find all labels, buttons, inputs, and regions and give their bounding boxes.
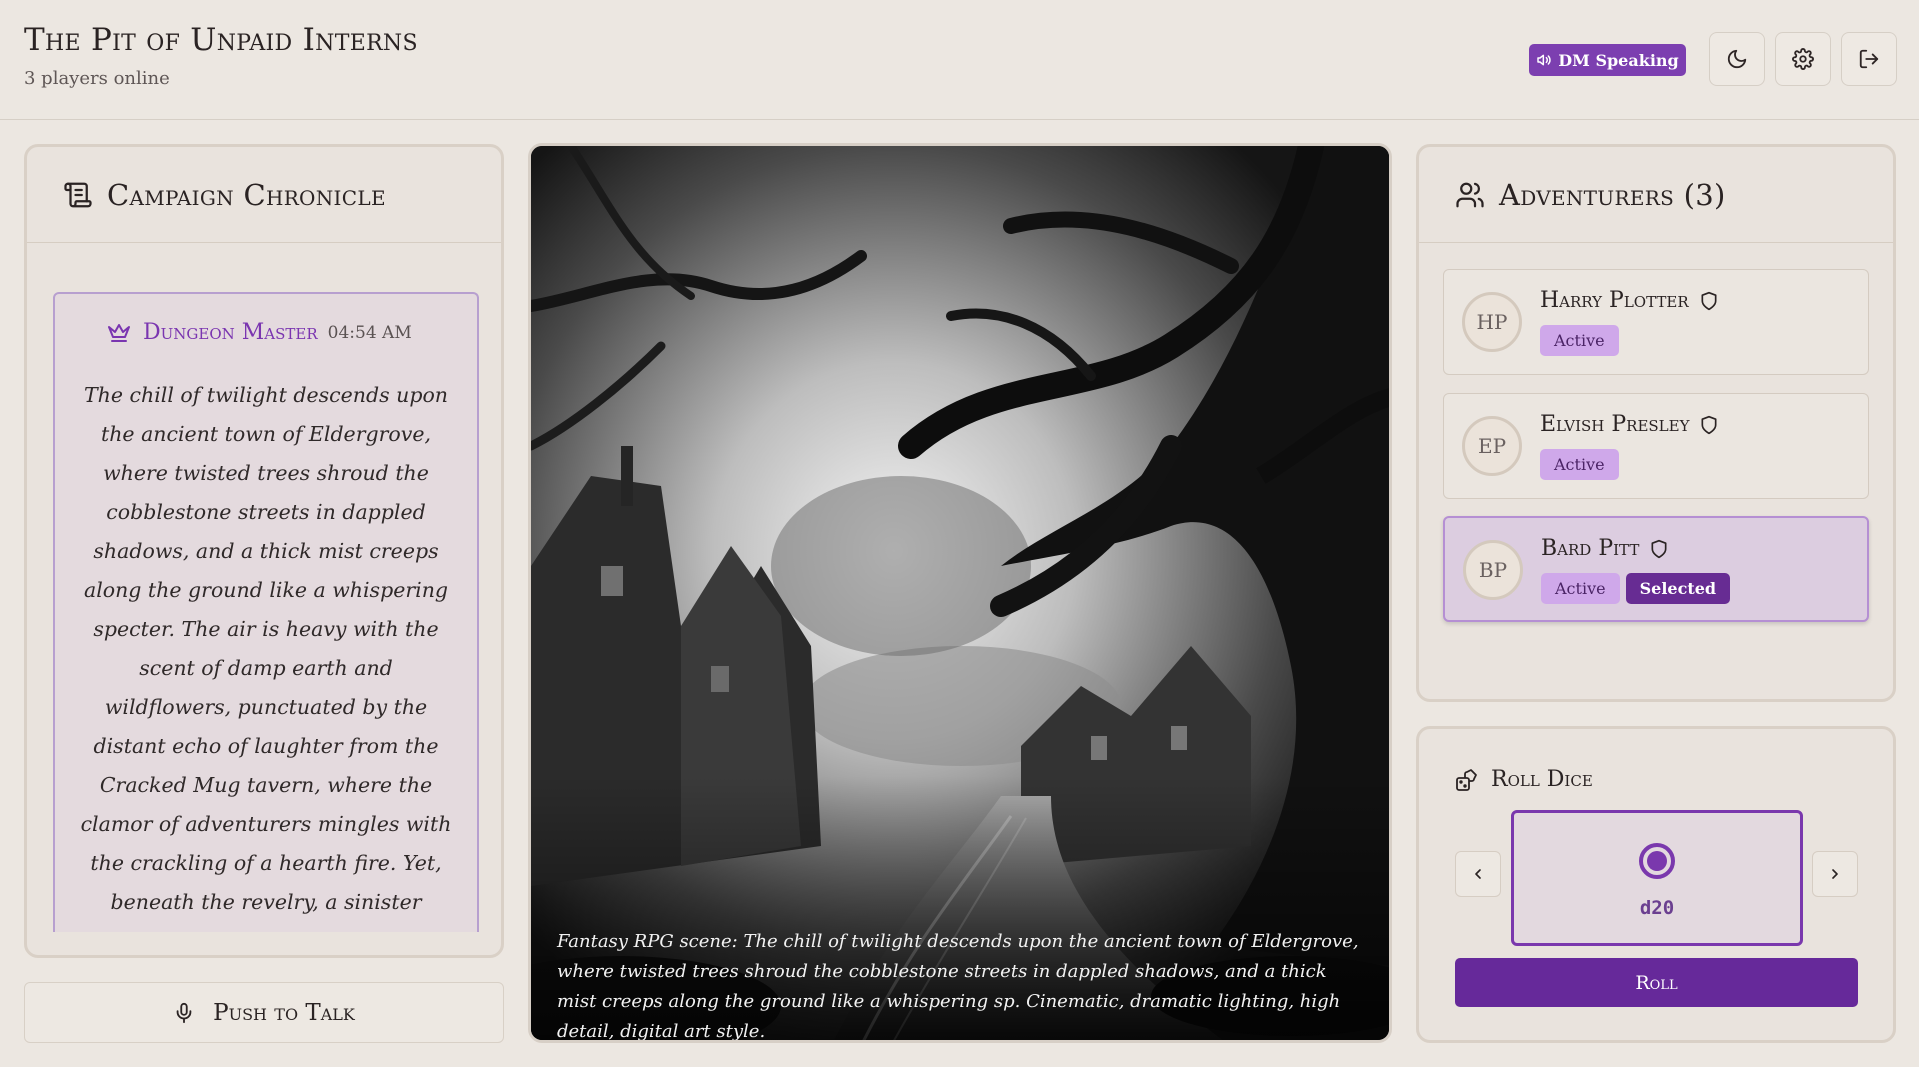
scroll-icon bbox=[64, 182, 92, 207]
scene-caption: Fantasy RPG scene: The chill of twilight… bbox=[557, 931, 1359, 1042]
dice-type-label: d20 bbox=[1639, 897, 1675, 919]
player-name-label: Bard Pitt bbox=[1541, 536, 1640, 561]
player-tags: Active bbox=[1540, 449, 1619, 480]
shield-icon bbox=[1701, 415, 1717, 434]
push-to-talk-label: Push to Talk bbox=[213, 999, 355, 1026]
shield-icon bbox=[1651, 539, 1667, 558]
player-card-elvish-presley[interactable]: EP Elvish Presley Active bbox=[1443, 393, 1869, 499]
app-header: The Pit of Unpaid Interns 3 players onli… bbox=[0, 0, 1919, 120]
message-text: The chill of twilight descends upon the … bbox=[80, 383, 452, 932]
player-tags: Active Selected bbox=[1541, 573, 1731, 604]
adventurers-title: Adventurers (3) bbox=[1499, 177, 1726, 212]
adventurers-panel: Adventurers (3) HP Harry Plotter Active … bbox=[1416, 144, 1896, 702]
player-name: Harry Plotter bbox=[1540, 288, 1719, 313]
avatar: BP bbox=[1463, 540, 1523, 600]
avatar: HP bbox=[1462, 292, 1522, 352]
chronicle-title: Campaign Chronicle bbox=[107, 177, 386, 212]
page-title: The Pit of Unpaid Interns bbox=[24, 22, 418, 58]
chronicle-header: Campaign Chronicle bbox=[27, 147, 501, 243]
campaign-chronicle-panel: Campaign Chronicle Dungeon Master 04:54 … bbox=[24, 144, 504, 958]
players-online-count: 3 players online bbox=[24, 68, 170, 89]
dice-icon bbox=[1456, 768, 1477, 791]
roll-button[interactable]: Roll bbox=[1455, 958, 1858, 1007]
player-card-harry-plotter[interactable]: HP Harry Plotter Active bbox=[1443, 269, 1869, 375]
scene-image: Fantasy RPG scene: The chill of twilight… bbox=[528, 143, 1392, 1043]
player-card-bard-pitt[interactable]: BP Bard Pitt Active Selected bbox=[1443, 516, 1869, 622]
player-name-label: Harry Plotter bbox=[1540, 288, 1689, 313]
player-name: Elvish Presley bbox=[1540, 412, 1719, 437]
crown-icon bbox=[108, 323, 130, 342]
moon-icon bbox=[1727, 49, 1747, 69]
logout-button[interactable] bbox=[1841, 32, 1897, 86]
chronicle-message: Dungeon Master 04:54 AM The chill of twi… bbox=[53, 292, 479, 932]
users-icon bbox=[1456, 182, 1484, 207]
d20-die-icon bbox=[1639, 843, 1675, 879]
adventurers-header: Adventurers (3) bbox=[1419, 147, 1893, 243]
message-header: Dungeon Master 04:54 AM bbox=[105, 320, 412, 345]
dm-speaking-label: DM Speaking bbox=[1558, 50, 1679, 70]
shield-icon bbox=[1701, 291, 1717, 310]
scene-illustration bbox=[531, 146, 1389, 1040]
chevron-left-icon bbox=[1475, 869, 1481, 879]
message-author: Dungeon Master bbox=[143, 320, 318, 345]
microphone-icon bbox=[176, 1002, 192, 1023]
gear-icon bbox=[1792, 48, 1814, 70]
push-to-talk-button[interactable]: Push to Talk bbox=[24, 982, 504, 1043]
status-badge: Active bbox=[1540, 325, 1619, 356]
dice-title: Roll Dice bbox=[1491, 767, 1593, 792]
avatar: EP bbox=[1462, 416, 1522, 476]
player-name: Bard Pitt bbox=[1541, 536, 1669, 561]
speaker-icon bbox=[1537, 54, 1551, 66]
message-time: 04:54 AM bbox=[327, 322, 412, 343]
status-badge: Active bbox=[1540, 449, 1619, 480]
theme-toggle-button[interactable] bbox=[1709, 32, 1765, 86]
chevron-right-icon bbox=[1832, 869, 1838, 879]
dice-prev-button[interactable] bbox=[1455, 851, 1501, 897]
dice-selector[interactable]: d20 bbox=[1511, 810, 1803, 946]
player-name-label: Elvish Presley bbox=[1540, 412, 1690, 437]
roll-dice-panel: Roll Dice d20 Roll bbox=[1416, 726, 1896, 1043]
dice-next-button[interactable] bbox=[1812, 851, 1858, 897]
dm-speaking-badge: DM Speaking bbox=[1529, 44, 1686, 76]
dice-header: Roll Dice bbox=[1455, 767, 1593, 792]
selected-badge: Selected bbox=[1625, 573, 1731, 604]
status-badge: Active bbox=[1541, 573, 1620, 604]
settings-button[interactable] bbox=[1775, 32, 1831, 86]
logout-icon bbox=[1859, 49, 1879, 69]
player-tags: Active bbox=[1540, 325, 1619, 356]
